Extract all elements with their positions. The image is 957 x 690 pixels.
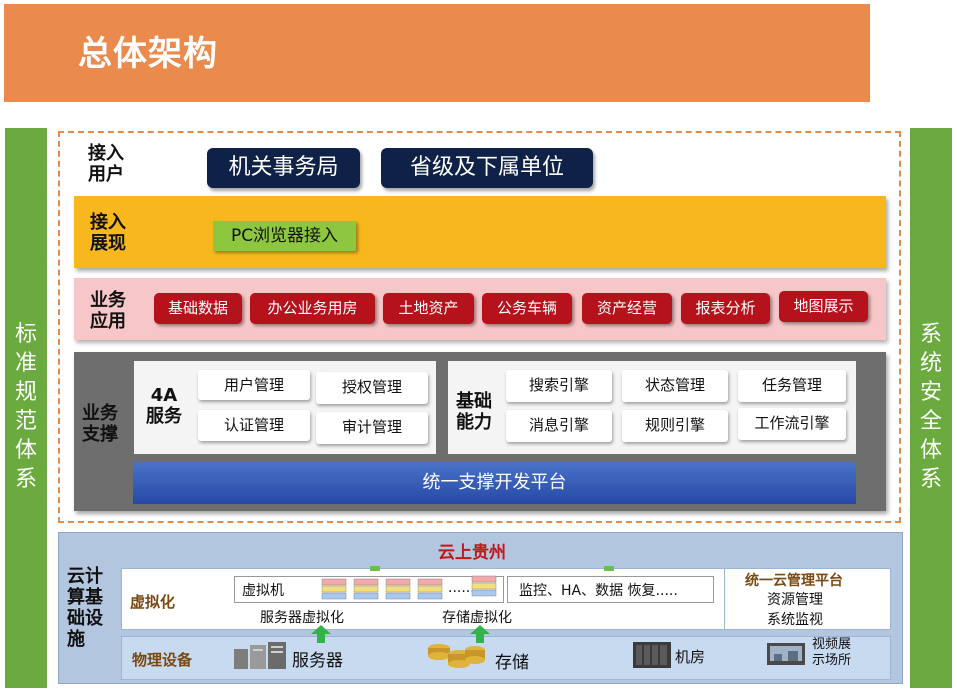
resource-management: 资源管理 [767, 592, 823, 608]
app-item: 土地资产 [383, 293, 474, 324]
access-users-label: 接入 用户 [88, 143, 124, 185]
audit-management: 审计管理 [316, 412, 428, 444]
storage-icon [425, 640, 487, 676]
vm-icon [470, 575, 498, 603]
server-icon [232, 641, 288, 675]
page-title: 总体架构 [78, 34, 218, 74]
pc-browser-access: PC浏览器接入 [213, 221, 356, 251]
user-provincial-units: 省级及下属单位 [381, 148, 593, 188]
workflow-engine: 工作流引擎 [738, 408, 846, 440]
app-item: 办公业务用房 [250, 293, 375, 324]
side-char: 范 [14, 409, 37, 434]
base-ability-label: 基础 能力 [456, 391, 492, 433]
monitor-text: 监控、HA、数据 恢复..... [519, 583, 678, 599]
standards-system-bar: 标 准 规 范 体 系 [5, 128, 47, 688]
exhibit-icon [766, 642, 806, 672]
vm-icon [417, 578, 443, 600]
app-item: 地图展示 [779, 291, 868, 322]
server-virtualization: 服务器虚拟化 [260, 610, 344, 626]
storage-virtualization: 存储虚拟化 [442, 610, 512, 626]
user-bureau: 机关事务局 [207, 148, 360, 188]
storage-label: 存储 [495, 653, 529, 673]
physical-label: 物理设备 [132, 651, 193, 669]
service-4a-label: 4A 服务 [146, 385, 182, 427]
vm-label: 虚拟机 [242, 583, 284, 599]
access-display-label: 接入 展现 [90, 212, 126, 254]
side-char: 安 [919, 380, 942, 405]
exhibit-label: 视频展 示场所 [812, 637, 852, 668]
up-arrow-icon [311, 625, 331, 647]
rule-engine: 规则引擎 [622, 410, 728, 442]
vm-icon [321, 578, 347, 600]
server-label: 服务器 [292, 651, 343, 671]
state-management: 状态管理 [622, 370, 728, 402]
unified-dev-platform: 统一支撑开发平台 [133, 462, 856, 504]
side-char: 准 [14, 351, 37, 376]
user-management: 用户管理 [198, 370, 310, 400]
side-char: 全 [919, 409, 942, 434]
connector-mark [604, 566, 614, 571]
infrastructure-label: 云计 算基 础设施 [67, 566, 103, 650]
side-char: 体 [14, 438, 37, 463]
virtualization-label: 虚拟化 [130, 593, 176, 611]
side-char: 体 [919, 438, 942, 463]
app-item: 报表分析 [681, 293, 770, 324]
security-system-bar: 系 统 安 全 体 系 [910, 128, 952, 688]
vm-stack-icons [320, 578, 446, 604]
vm-icon [385, 578, 411, 600]
business-app-label: 业务 应用 [90, 290, 126, 332]
side-char: 统 [919, 351, 942, 376]
side-char: 系 [919, 467, 942, 492]
authentication-management: 认证管理 [198, 410, 310, 441]
business-support-label: 业务 支撑 [82, 403, 118, 445]
side-char: 标 [14, 322, 37, 347]
machine-room-label: 机房 [675, 648, 706, 666]
vm-icon [353, 578, 379, 600]
task-management: 任务管理 [738, 370, 846, 402]
side-char: 系 [14, 467, 37, 492]
side-char: 规 [14, 380, 37, 405]
authorization-management: 授权管理 [316, 372, 428, 404]
access-display-band [74, 196, 886, 268]
mgmt-title: 统一云管理平台 [745, 573, 843, 589]
connector-mark [370, 566, 380, 571]
app-item: 基础数据 [154, 293, 242, 324]
cloud-title: 云上贵州 [438, 543, 506, 563]
app-item: 资产经营 [582, 293, 672, 324]
message-engine: 消息引擎 [506, 410, 612, 442]
system-monitoring: 系统监视 [767, 612, 823, 628]
search-engine: 搜索引擎 [506, 370, 612, 402]
side-char: 系 [919, 322, 942, 347]
app-item: 公务车辆 [482, 293, 572, 324]
machine-room-icon [632, 640, 672, 674]
